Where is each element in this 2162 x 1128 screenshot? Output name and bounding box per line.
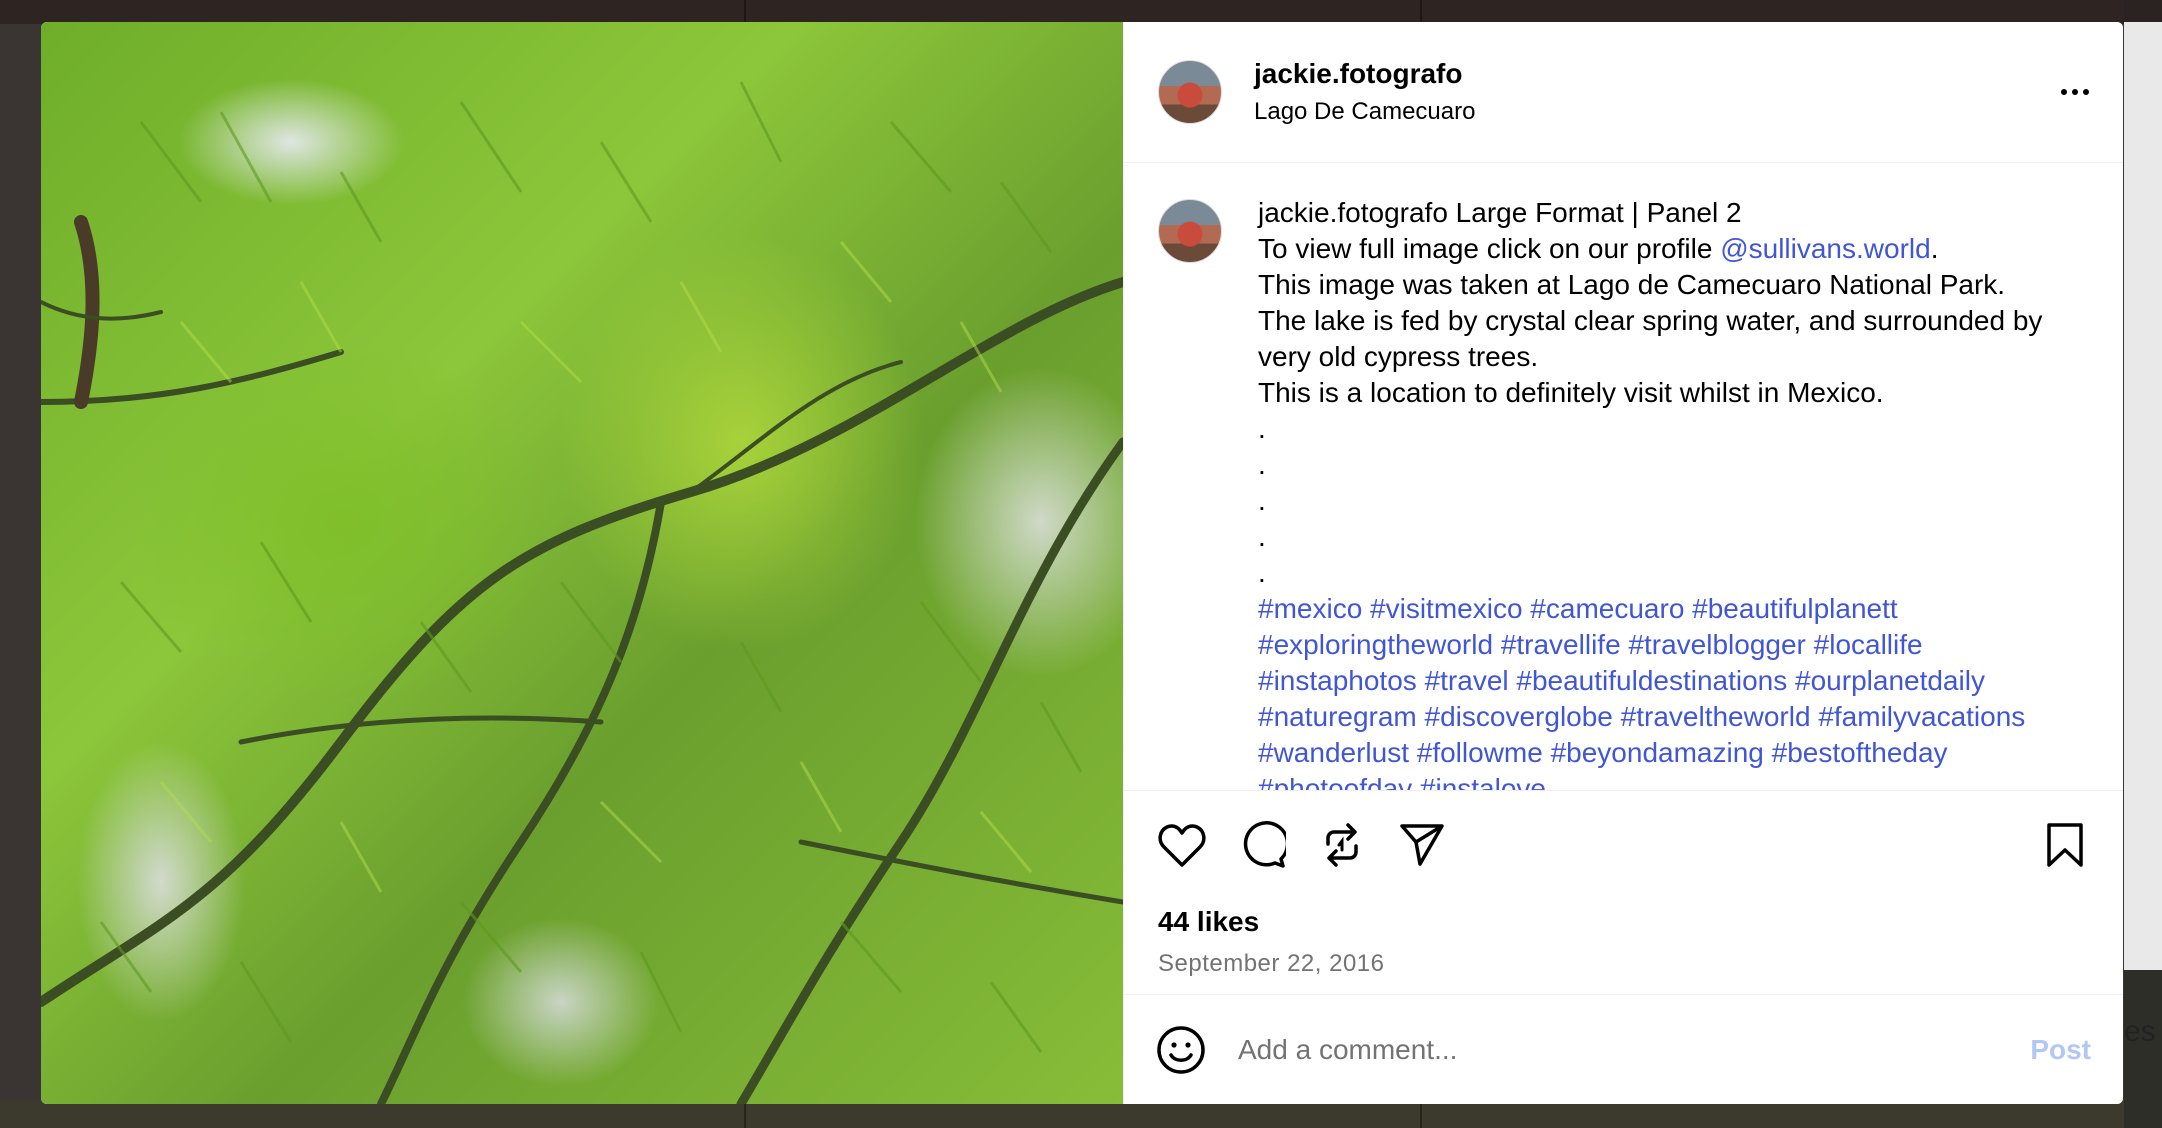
caption-dot: . xyxy=(1258,557,1266,588)
caption-section: jackie.fotografo Large Format | Panel 2 … xyxy=(1124,163,2123,790)
caption-text: jackie.fotografo Large Format | Panel 2 … xyxy=(1258,195,2088,790)
caption-line: This is a location to definitely visit w… xyxy=(1258,377,1884,408)
background-peek-text: es xyxy=(2124,1015,2156,1048)
post-photo[interactable] xyxy=(41,22,1123,1104)
more-options-icon[interactable] xyxy=(2061,89,2089,95)
comment-bar: Post xyxy=(1124,994,2123,1104)
post-location[interactable]: Lago De Camecuaro xyxy=(1254,98,1475,126)
send-icon[interactable] xyxy=(1396,819,1448,871)
cypress-branches-illustration xyxy=(41,81,1123,1104)
caption-line: To view full image click on our profile xyxy=(1258,233,1721,264)
post-header: jackie.fotografo Lago De Camecuaro xyxy=(1124,22,2123,163)
caption-line: Large Format | Panel 2 xyxy=(1447,197,1742,228)
dot xyxy=(2083,89,2089,95)
emoji-icon[interactable] xyxy=(1156,1025,1206,1075)
post-modal: jackie.fotografo Lago De Camecuaro jacki… xyxy=(41,22,2123,1104)
heart-icon[interactable] xyxy=(1156,819,1208,871)
comment-input[interactable] xyxy=(1238,1033,2031,1066)
hashtags[interactable]: #mexico #visitmexico #camecuaro #beautif… xyxy=(1258,591,2088,790)
dot xyxy=(2061,89,2067,95)
post-date[interactable]: September 22, 2016 xyxy=(1124,946,2123,990)
like-count[interactable]: 44 likes xyxy=(1124,898,2123,946)
author-username[interactable]: jackie.fotografo xyxy=(1254,58,1475,90)
comment-icon[interactable] xyxy=(1236,819,1288,871)
caption-dot: . xyxy=(1258,521,1266,552)
dot xyxy=(2072,89,2078,95)
repost-icon[interactable] xyxy=(1316,819,1368,871)
bookmark-icon[interactable] xyxy=(2039,819,2091,871)
caption-dot: . xyxy=(1258,485,1266,516)
post-side-panel: jackie.fotografo Lago De Camecuaro jacki… xyxy=(1123,22,2123,1104)
caption-line: The lake is fed by crystal clear spring … xyxy=(1258,305,2043,372)
caption-dot: . xyxy=(1258,413,1266,444)
caption-dot: . xyxy=(1258,449,1266,480)
post-comment-button[interactable]: Post xyxy=(2030,1034,2091,1066)
avatar[interactable] xyxy=(1158,60,1222,124)
background-strip xyxy=(2124,0,2162,1128)
post-author: jackie.fotografo Lago De Camecuaro xyxy=(1254,58,1475,126)
caption-avatar[interactable] xyxy=(1158,199,1222,263)
caption-line: . xyxy=(1930,233,1939,264)
action-bar xyxy=(1124,790,2123,898)
caption-line: This image was taken at Lago de Camecuar… xyxy=(1258,269,2006,300)
mention-link[interactable]: @sullivans.world xyxy=(1720,233,1931,264)
caption-username[interactable]: jackie.fotografo xyxy=(1258,197,1448,228)
